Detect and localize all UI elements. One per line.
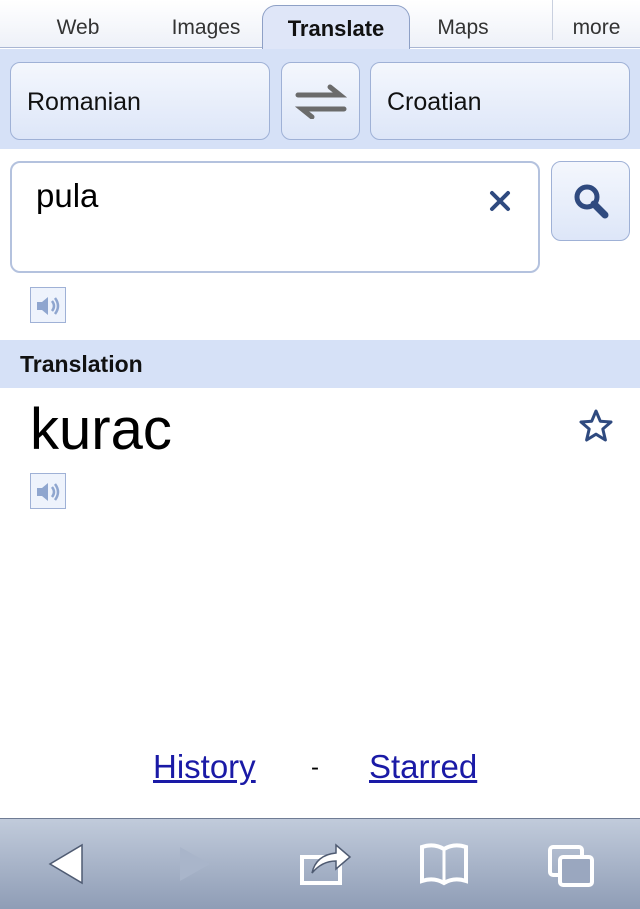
- swap-arrows-icon: [294, 84, 348, 119]
- back-arrow-icon: [48, 843, 83, 885]
- listen-translation-button[interactable]: [30, 473, 66, 509]
- source-text-value: pula: [36, 177, 99, 214]
- tab-translate[interactable]: Translate: [262, 5, 410, 49]
- top-tab-bar: Web Images Translate Maps more: [0, 0, 640, 49]
- speaker-icon: [37, 483, 60, 501]
- translation-result: kurac: [30, 397, 172, 462]
- star-translation-button[interactable]: [578, 408, 614, 444]
- footer-links: History - Starred: [0, 748, 640, 792]
- source-language-button[interactable]: Romanian: [10, 62, 270, 140]
- close-icon: [490, 191, 510, 211]
- link-separator: -: [311, 754, 319, 781]
- browser-toolbar: [0, 818, 640, 909]
- language-bar: Romanian Croatian: [0, 49, 640, 149]
- translate-search-button[interactable]: [551, 161, 630, 241]
- search-icon: [574, 184, 609, 219]
- tab-images[interactable]: Images: [160, 0, 252, 48]
- translation-header: Translation: [0, 340, 640, 388]
- tab-web[interactable]: Web: [30, 0, 126, 48]
- bookmarks-button[interactable]: [416, 839, 472, 891]
- starred-link[interactable]: Starred: [369, 748, 477, 786]
- forward-arrow-icon: [180, 847, 210, 881]
- tabs-button[interactable]: [544, 839, 600, 891]
- clear-input-button[interactable]: [484, 185, 516, 217]
- tab-more[interactable]: more: [552, 0, 640, 40]
- tabs-icon: [548, 845, 594, 887]
- listen-source-button[interactable]: [30, 287, 66, 323]
- source-text-input[interactable]: pula: [10, 161, 540, 273]
- star-icon: [579, 409, 613, 442]
- share-icon: [300, 843, 352, 885]
- bookmarks-icon: [420, 843, 468, 886]
- tab-maps[interactable]: Maps: [420, 0, 506, 48]
- speaker-icon: [37, 297, 60, 315]
- translation-header-label: Translation: [20, 351, 143, 377]
- forward-button[interactable]: [170, 839, 226, 891]
- back-button[interactable]: [44, 839, 100, 891]
- swap-languages-button[interactable]: [281, 62, 360, 140]
- share-button[interactable]: [298, 839, 354, 891]
- history-link[interactable]: History: [153, 748, 256, 786]
- target-language-button[interactable]: Croatian: [370, 62, 630, 140]
